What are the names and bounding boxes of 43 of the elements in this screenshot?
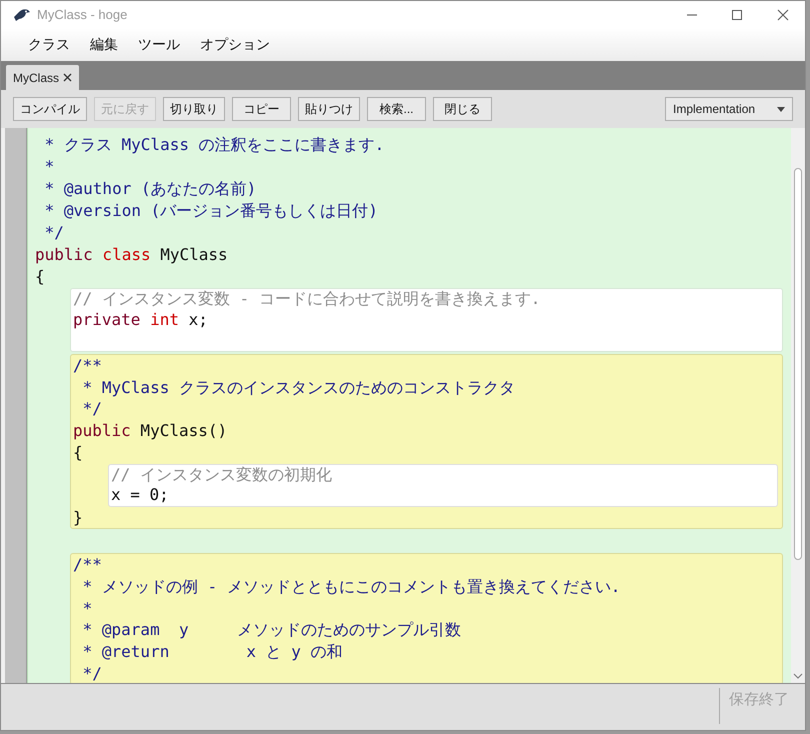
- bird-icon: [13, 8, 31, 22]
- editor-tab[interactable]: MyClass: [6, 65, 80, 90]
- code-line: *: [44, 156, 54, 178]
- code-line: * @return x と y の和: [82, 640, 343, 663]
- close-icon[interactable]: [63, 73, 72, 82]
- code-line: public class MyClass: [35, 244, 228, 266]
- code-line: {: [73, 442, 83, 464]
- menu-item[interactable]: 編集: [83, 34, 125, 55]
- code-line: */: [82, 662, 102, 683]
- close-icon[interactable]: [777, 8, 789, 20]
- menu-item[interactable]: クラス: [21, 34, 77, 55]
- toolbar-button[interactable]: 切り取り: [163, 97, 225, 121]
- code-line: * MyClass クラスのインスタンスのためのコンストラクタ: [82, 376, 515, 398]
- toolbar-button[interactable]: 検索...: [367, 97, 426, 121]
- code-line: */: [44, 222, 64, 244]
- menu-item[interactable]: ツール: [131, 34, 187, 55]
- scroll-down-icon[interactable]: [793, 673, 803, 679]
- code-line: * @param y メソッドのためのサンプル引数: [82, 619, 461, 641]
- toolbar-button[interactable]: コンパイル: [13, 97, 87, 121]
- code-line: private int x;: [73, 310, 208, 330]
- window-title: MyClass - hoge: [37, 6, 128, 24]
- code-line: // インスタンス変数の初期化: [111, 464, 332, 485]
- toolbar-button[interactable]: 閉じる: [433, 97, 492, 121]
- view-dropdown[interactable]: Implementation: [665, 97, 793, 121]
- code-line: /**: [73, 554, 102, 576]
- code-line: x = 0;: [111, 485, 169, 506]
- caret-icon: [777, 106, 785, 112]
- code-line: /**: [73, 355, 102, 377]
- code-line: {: [35, 266, 45, 288]
- toolbar-button[interactable]: 貼りつけ: [298, 97, 360, 121]
- code-line: * クラス MyClass の注釈をここに書きます.: [44, 134, 384, 156]
- code-line: * @author (あなたの名前): [44, 178, 256, 200]
- code-line: }: [73, 506, 83, 528]
- toolbar-button[interactable]: コピー: [232, 97, 291, 121]
- code-line: // インスタンス変数 - コードに合わせて説明を書き換えます.: [73, 289, 540, 310]
- maximize-icon[interactable]: [731, 8, 743, 20]
- code-line: * メソッドの例 - メソッドとともにこのコメントも置き換えてください.: [82, 576, 620, 598]
- code-line: */: [82, 398, 102, 420]
- code-line: * @version (バージョン番号もしくは日付): [44, 200, 378, 222]
- scrollbar-thumb[interactable]: [794, 168, 802, 560]
- menu-item[interactable]: オプション: [193, 34, 277, 55]
- code-line: *: [82, 598, 92, 620]
- code-line: public MyClass(): [73, 420, 228, 442]
